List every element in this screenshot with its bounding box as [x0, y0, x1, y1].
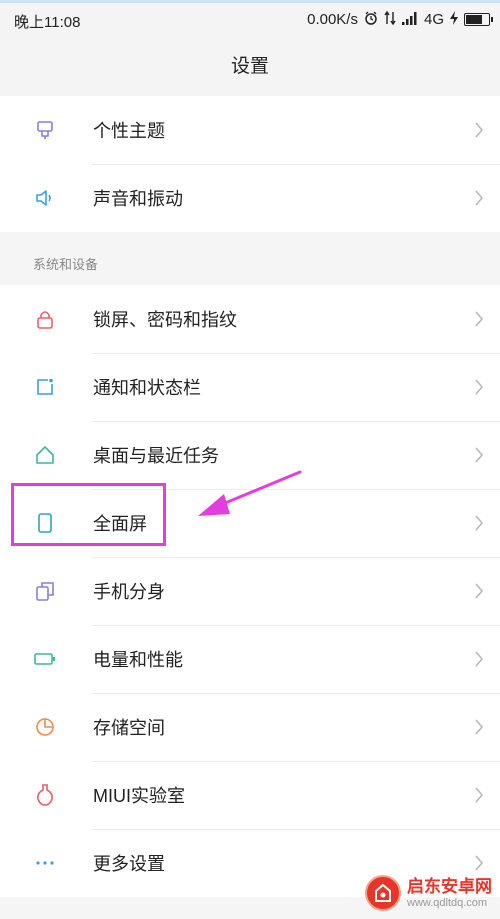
settings-item-lockscreen[interactable]: 锁屏、密码和指纹 [0, 285, 500, 353]
chevron-right-icon [475, 719, 484, 735]
status-topline [0, 0, 500, 3]
battery-status-icon [464, 13, 493, 26]
data-transfer-icon [384, 10, 396, 28]
settings-item-miui-lab[interactable]: MIUI实验室 [0, 761, 500, 829]
watermark-url: www.qdltdq.com [407, 896, 488, 909]
settings-item-sound[interactable]: 声音和振动 [0, 164, 500, 232]
status-bar: 晚上11:08 0.00K/s 4G [0, 0, 500, 40]
storage-pie-icon [33, 715, 57, 739]
lock-icon [33, 307, 57, 331]
settings-item-label: MIUI实验室 [93, 786, 185, 806]
charging-icon [450, 11, 458, 28]
page-title: 设置 [230, 56, 269, 77]
settings-item-label: 个性主题 [93, 121, 165, 141]
settings-item-label: 全面屏 [93, 514, 147, 534]
settings-group-system: 锁屏、密码和指纹 通知和状态栏 桌面与最近任务 全面屏 手机分身 电量和性能 存… [0, 285, 500, 897]
settings-item-fullscreen[interactable]: 全面屏 [0, 489, 500, 557]
settings-item-label: 通知和状态栏 [93, 378, 201, 398]
settings-item-storage[interactable]: 存储空间 [0, 693, 500, 761]
watermark: 启东安卓网 www.qdltdq.com [365, 875, 492, 911]
chevron-right-icon [475, 379, 484, 395]
settings-item-dual-apps[interactable]: 手机分身 [0, 557, 500, 625]
settings-item-theme[interactable]: 个性主题 [0, 96, 500, 164]
lab-flask-icon [33, 783, 57, 807]
signal-icon [401, 11, 418, 28]
watermark-name: 启东安卓网 [407, 876, 492, 896]
page-title-bar: 设置 [0, 40, 500, 96]
status-indicators: 0.00K/s 4G [307, 10, 493, 28]
settings-item-notifications[interactable]: 通知和状态栏 [0, 353, 500, 421]
settings-item-label: 电量和性能 [93, 650, 183, 670]
chevron-right-icon [475, 855, 484, 871]
settings-item-label: 手机分身 [93, 582, 165, 602]
section-header-label: 系统和设备 [33, 257, 99, 272]
chevron-right-icon [475, 447, 484, 463]
alarm-icon [364, 11, 378, 28]
settings-group-personalization: 个性主题 声音和振动 [0, 96, 500, 232]
settings-item-label: 更多设置 [93, 854, 165, 874]
settings-item-label: 声音和振动 [93, 189, 183, 209]
chevron-right-icon [475, 583, 484, 599]
more-dots-icon [33, 851, 57, 875]
settings-item-label: 存储空间 [93, 718, 165, 738]
settings-item-home-recents[interactable]: 桌面与最近任务 [0, 421, 500, 489]
chevron-right-icon [475, 515, 484, 531]
dual-apps-icon [33, 579, 57, 603]
status-time: 晚上11:08 [14, 14, 81, 31]
settings-item-label: 桌面与最近任务 [93, 446, 219, 466]
chevron-right-icon [475, 122, 484, 138]
battery-icon [33, 647, 57, 671]
chevron-right-icon [475, 787, 484, 803]
notification-icon [33, 375, 57, 399]
speaker-icon [33, 186, 57, 210]
chevron-right-icon [475, 311, 484, 327]
section-header: 系统和设备 [0, 240, 500, 285]
chevron-right-icon [475, 190, 484, 206]
fullscreen-phone-icon [33, 511, 57, 535]
theme-icon [33, 118, 57, 142]
watermark-logo-icon [365, 875, 401, 911]
settings-item-battery[interactable]: 电量和性能 [0, 625, 500, 693]
network-speed: 0.00K/s [307, 11, 358, 28]
chevron-right-icon [475, 651, 484, 667]
settings-item-label: 锁屏、密码和指纹 [93, 310, 237, 330]
network-type: 4G [423, 11, 444, 28]
home-icon [33, 443, 57, 467]
